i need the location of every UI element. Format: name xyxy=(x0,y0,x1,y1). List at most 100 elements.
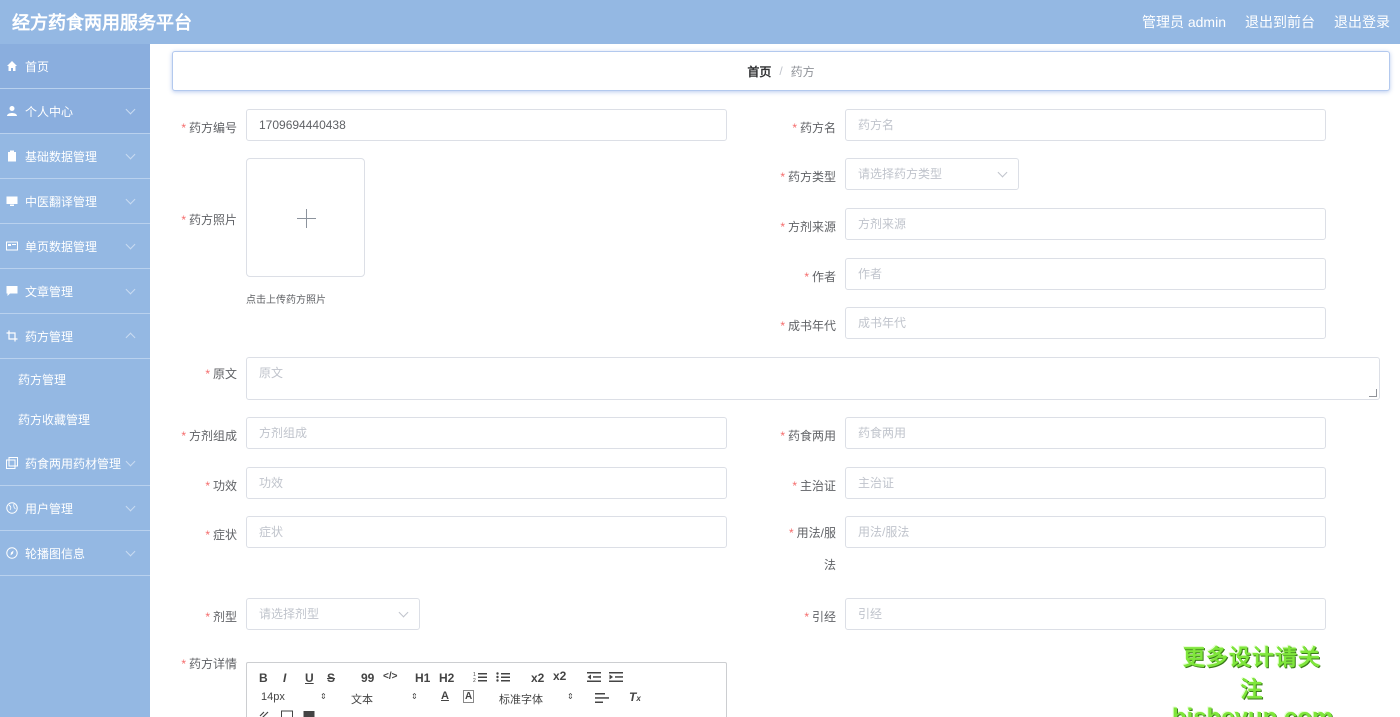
breadcrumb-home[interactable]: 首页 xyxy=(747,63,771,80)
author-input[interactable]: 作者 xyxy=(845,258,1326,290)
image-icon[interactable] xyxy=(281,710,293,717)
sidebar-item-label: 药方管理 xyxy=(25,329,74,344)
header-actions: 管理员 admin 退出到前台 退出登录 xyxy=(1123,12,1390,32)
field-label: * 成书年代 xyxy=(780,319,836,333)
subscript-button[interactable]: x2 xyxy=(531,671,544,685)
dosage-form-select[interactable]: 请选择剂型 xyxy=(246,598,420,630)
dual-use-input[interactable]: 药食两用 xyxy=(845,417,1326,449)
chevron-down-icon xyxy=(125,546,136,557)
usage-input[interactable]: 用法/服法 xyxy=(845,516,1326,548)
current-user: 管理员 admin xyxy=(1141,14,1226,30)
sidebar-item-carousel[interactable]: 轮播图信息 xyxy=(0,531,150,576)
indication-input[interactable]: 主治证 xyxy=(845,467,1326,499)
plus-icon xyxy=(306,209,307,228)
chevron-down-icon xyxy=(125,284,136,295)
sidebar-item-label: 个人中心 xyxy=(25,104,74,119)
sidebar-item-basic-data[interactable]: 基础数据管理 xyxy=(0,134,150,179)
chat-icon xyxy=(6,286,18,296)
font-size-select[interactable]: 14px xyxy=(261,691,285,703)
prescription-name-input[interactable]: 药方名 xyxy=(845,109,1326,141)
bold-button[interactable]: B xyxy=(259,671,268,685)
text-color-button[interactable]: A xyxy=(441,690,449,702)
select-placeholder: 请选择药方类型 xyxy=(858,167,943,181)
format-select[interactable]: 文本 xyxy=(351,691,373,707)
sidebar: 首页 个人中心 基础数据管理 中医翻译管理 单页数据管理 文章管理 药方管理 药… xyxy=(0,44,150,717)
breadcrumb-separator: / xyxy=(779,64,783,78)
field-label: * 原文 xyxy=(205,367,237,381)
sidebar-item-translation[interactable]: 中医翻译管理 xyxy=(0,179,150,224)
code-block-button[interactable]: </> xyxy=(383,671,397,682)
outdent-icon[interactable] xyxy=(587,671,601,683)
resize-handle[interactable] xyxy=(1369,389,1377,397)
sidebar-item-label: 文章管理 xyxy=(25,284,74,299)
link-icon[interactable] xyxy=(259,710,271,717)
indent-icon[interactable] xyxy=(609,671,623,683)
submenu-item-prescription-favorites[interactable]: 药方收藏管理 xyxy=(0,400,150,440)
ordered-list-icon[interactable]: 12 xyxy=(473,671,487,683)
field-label: * 主治证 xyxy=(792,479,836,493)
sidebar-item-label: 单页数据管理 xyxy=(25,239,98,254)
bullet-list-icon[interactable] xyxy=(496,671,510,683)
field-label: * 用法/服 法 xyxy=(788,526,836,572)
chevron-up-icon xyxy=(125,332,136,343)
header1-button[interactable]: H1 xyxy=(415,671,430,685)
sidebar-item-label: 基础数据管理 xyxy=(25,149,98,164)
field-label: * 方剂来源 xyxy=(780,220,836,234)
breadcrumb: 首页 / 药方 xyxy=(172,51,1390,91)
field-label: * 功效 xyxy=(205,479,237,493)
photo-upload-box[interactable] xyxy=(246,158,365,277)
svg-text:2: 2 xyxy=(473,678,476,683)
top-header: 经方药食两用服务平台 管理员 admin 退出到前台 退出登录 xyxy=(0,0,1400,44)
era-input[interactable]: 成书年代 xyxy=(845,307,1326,339)
sidebar-item-articles[interactable]: 文章管理 xyxy=(0,269,150,314)
efficacy-input[interactable]: 功效 xyxy=(246,467,727,499)
underline-button[interactable]: U xyxy=(305,671,314,685)
source-input[interactable]: 方剂来源 xyxy=(845,208,1326,240)
superscript-button[interactable]: x2 xyxy=(553,669,566,683)
select-placeholder: 请选择剂型 xyxy=(259,607,320,621)
chevron-down-icon xyxy=(125,239,136,250)
clear-format-button[interactable]: Tx xyxy=(629,690,641,704)
field-label: * 药食两用 xyxy=(780,429,836,443)
sidebar-item-label: 用户管理 xyxy=(25,501,74,516)
blockquote-button[interactable]: 99 xyxy=(361,671,374,685)
clipboard-icon xyxy=(8,150,16,162)
crop-icon xyxy=(6,330,18,342)
exit-to-front-link[interactable]: 退出到前台 xyxy=(1245,12,1315,32)
sidebar-item-users[interactable]: 用户管理 xyxy=(0,486,150,531)
header2-button[interactable]: H2 xyxy=(439,671,454,685)
prescription-type-select[interactable]: 请选择药方类型 xyxy=(845,158,1019,190)
watermark: 更多设计请关注 bisheyun.com xyxy=(1172,640,1333,717)
sidebar-item-home[interactable]: 首页 xyxy=(0,44,150,89)
field-label: * 方剂组成 xyxy=(181,429,237,443)
font-family-select[interactable]: 标准字体 xyxy=(499,691,543,707)
watermark-line1: 更多设计请关注 xyxy=(1182,645,1321,702)
sidebar-item-herbs[interactable]: 药食两用药材管理 xyxy=(0,441,150,486)
rich-text-editor[interactable]: B I U S 99 </> H1 H2 12 x2 x2 14px ⇕ 文本 … xyxy=(246,662,727,717)
original-text-textarea[interactable]: 原文 xyxy=(246,357,1380,400)
prescription-number-input[interactable]: 1709694440438 xyxy=(246,109,727,141)
background-color-button[interactable]: A xyxy=(463,690,475,703)
home-icon xyxy=(7,61,17,71)
globe-icon xyxy=(6,502,18,514)
sidebar-item-label: 中医翻译管理 xyxy=(25,194,98,209)
submenu-item-prescriptions[interactable]: 药方管理 xyxy=(0,360,150,400)
logout-link[interactable]: 退出登录 xyxy=(1334,12,1390,32)
field-label: * 症状 xyxy=(205,528,237,542)
chevron-down-icon xyxy=(125,149,136,160)
watermark-line2: bisheyun.com xyxy=(1172,704,1333,717)
strike-button[interactable]: S xyxy=(327,671,335,685)
composition-input[interactable]: 方剂组成 xyxy=(246,417,727,449)
sidebar-item-label: 轮播图信息 xyxy=(25,546,86,561)
meridian-guide-input[interactable]: 引经 xyxy=(845,598,1326,630)
sidebar-item-single-page[interactable]: 单页数据管理 xyxy=(0,224,150,269)
video-icon[interactable] xyxy=(303,710,315,717)
select-arrows-icon: ⇕ xyxy=(320,692,327,701)
sidebar-item-prescriptions[interactable]: 药方管理 xyxy=(0,314,150,359)
italic-button[interactable]: I xyxy=(283,671,286,685)
sidebar-item-personal-center[interactable]: 个人中心 xyxy=(0,89,150,134)
select-arrows-icon: ⇕ xyxy=(411,692,418,701)
align-icon[interactable] xyxy=(595,692,609,704)
symptom-input[interactable]: 症状 xyxy=(246,516,727,548)
compass-icon xyxy=(6,547,18,559)
